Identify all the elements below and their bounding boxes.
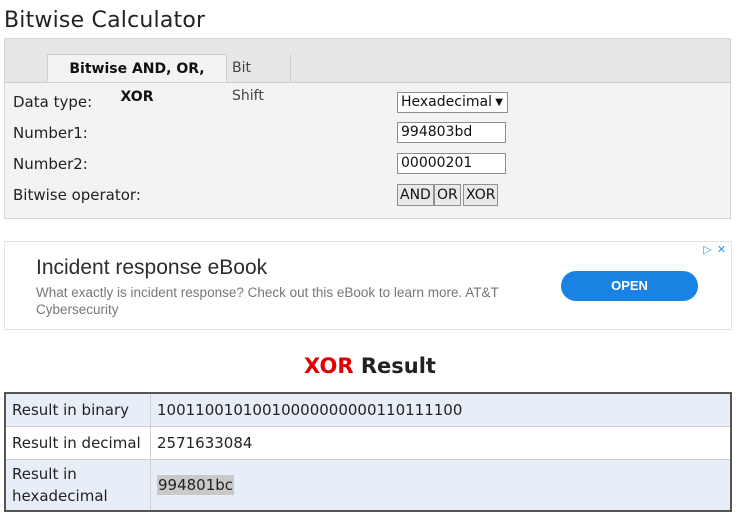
number2-label: Number2: xyxy=(13,155,88,173)
result-decimal-value: 2571633084 xyxy=(150,426,732,460)
result-hexadecimal-label: Result in hexadecimal xyxy=(4,459,151,512)
tab-bitwise-and-or-xor[interactable]: Bitwise AND, OR, XOR xyxy=(47,54,227,105)
or-button[interactable]: OR xyxy=(434,184,461,206)
tab-bar: Bitwise AND, OR, XOR Bit Shift xyxy=(5,39,730,105)
result-decimal-label: Result in decimal xyxy=(4,426,151,460)
data-type-value: Hexadecimal xyxy=(401,94,492,110)
result-binary-label: Result in binary xyxy=(4,392,151,427)
dropdown-arrow-icon: ▼ xyxy=(495,97,503,108)
result-table: Result in binary 10011001010010000000000… xyxy=(4,392,732,512)
tab-bit-shift[interactable]: Bit Shift xyxy=(229,54,291,104)
number1-label: Number1: xyxy=(13,124,88,142)
advertisement-banner[interactable]: ▷ ✕ Incident response eBook What exactly … xyxy=(4,241,732,330)
ad-title[interactable]: Incident response eBook xyxy=(36,256,267,280)
data-type-label: Data type: xyxy=(13,93,93,111)
result-hexadecimal-value: 994801bc xyxy=(157,475,235,495)
ad-description: What exactly is incident response? Check… xyxy=(36,285,499,317)
bitwise-operator-label: Bitwise operator: xyxy=(13,186,141,204)
data-type-select[interactable]: Hexadecimal ▼ xyxy=(397,92,508,113)
calculator-panel: Bitwise AND, OR, XOR Bit Shift Data type… xyxy=(4,38,731,219)
result-heading: XOR Result xyxy=(0,354,740,378)
result-binary-value: 10011001010010000000000110111100 xyxy=(150,392,732,427)
adchoices-icon[interactable]: ▷ xyxy=(701,244,714,257)
table-row: Result in hexadecimal 994801bc xyxy=(4,459,732,512)
xor-button[interactable]: XOR xyxy=(463,184,499,206)
number2-input[interactable]: 00000201 xyxy=(397,153,506,174)
and-button[interactable]: AND xyxy=(397,184,434,206)
table-row: Result in binary 10011001010010000000000… xyxy=(4,392,732,427)
result-heading-suffix: Result xyxy=(360,354,436,378)
result-operator: XOR xyxy=(304,354,354,378)
table-row: Result in decimal 2571633084 xyxy=(4,426,732,460)
ad-open-button[interactable]: OPEN xyxy=(561,271,698,301)
close-icon[interactable]: ✕ xyxy=(715,244,728,257)
number1-input[interactable]: 994803bd xyxy=(397,122,506,143)
page-title: Bitwise Calculator xyxy=(4,8,206,33)
